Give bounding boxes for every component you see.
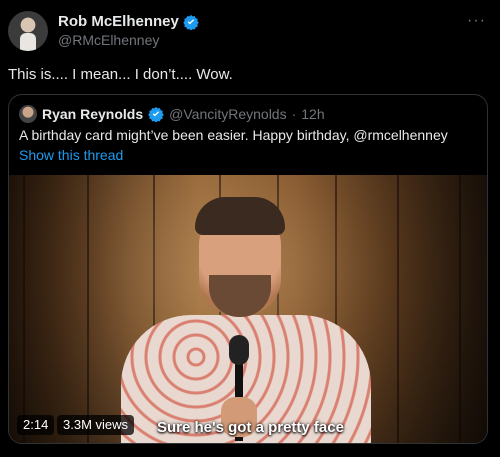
video-player[interactable]: 2:14 3.3M views Sure he's got a pretty f… bbox=[9, 175, 487, 443]
verified-badge-icon bbox=[183, 14, 199, 30]
more-options-icon[interactable]: ··· bbox=[467, 12, 486, 30]
quoted-tweet[interactable]: Ryan Reynolds @VancityReynolds · 12h A b… bbox=[8, 94, 488, 444]
quoted-author-name[interactable]: Ryan Reynolds bbox=[42, 106, 143, 122]
quoted-avatar[interactable] bbox=[19, 105, 37, 123]
video-views: 3.3M views bbox=[57, 415, 135, 435]
video-duration: 2:14 bbox=[17, 415, 55, 435]
quoted-separator: · bbox=[291, 106, 297, 122]
microphone-icon bbox=[229, 335, 249, 365]
quoted-text: A birthday card might’ve been easier. Ha… bbox=[19, 127, 448, 143]
show-thread-link[interactable]: Show this thread bbox=[19, 147, 123, 163]
quoted-author-handle[interactable]: @VancityReynolds bbox=[169, 106, 286, 122]
author-name-row[interactable]: Rob McElhenney bbox=[58, 13, 199, 30]
video-caption: Sure he's got a pretty face bbox=[157, 419, 344, 436]
quoted-timestamp[interactable]: 12h bbox=[301, 106, 324, 122]
tweet-text: This is.... I mean... I don’t.... Wow. bbox=[8, 66, 233, 83]
author-avatar[interactable] bbox=[8, 11, 48, 51]
person-hair bbox=[195, 197, 285, 235]
verified-badge-icon bbox=[148, 107, 164, 122]
author-name[interactable]: Rob McElhenney bbox=[58, 13, 179, 30]
author-handle[interactable]: @RMcElhenney bbox=[58, 32, 159, 48]
quoted-header: Ryan Reynolds @VancityReynolds · 12h bbox=[19, 105, 325, 123]
